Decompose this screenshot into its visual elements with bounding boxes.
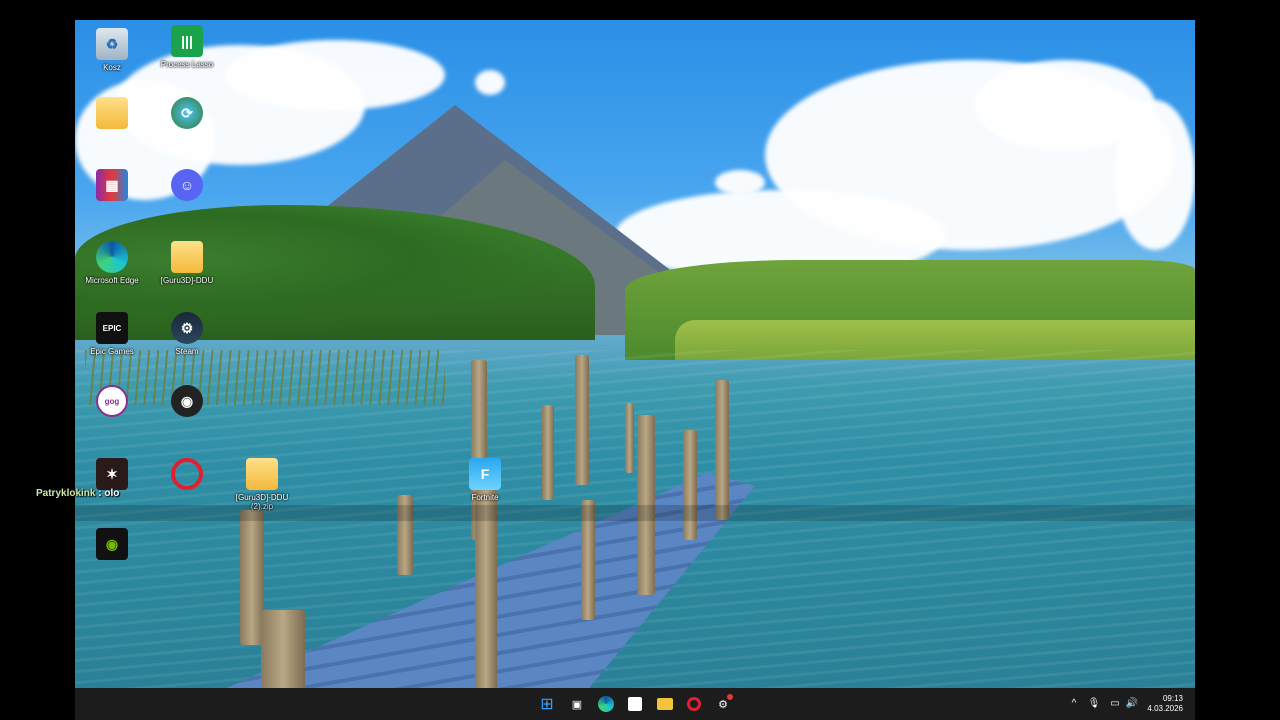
app-taskbar-button[interactable]: ⚙ <box>713 694 733 714</box>
start-button[interactable]: ⊞ <box>537 694 557 714</box>
steam-icon: ⚙ <box>171 312 203 344</box>
clock-time: 09:13 <box>1162 694 1183 703</box>
cloud <box>1115 100 1195 250</box>
gog-shortcut[interactable]: gog <box>75 385 149 420</box>
cloud <box>475 70 505 95</box>
epic-games-icon: EPIC <box>96 312 128 344</box>
globe-icon: ⟳ <box>171 97 203 129</box>
trash-icon: ♻ <box>96 28 128 60</box>
chat-text: olo <box>104 488 120 499</box>
pier-post <box>261 610 305 700</box>
fortnite-shortcut[interactable]: F Fortnite <box>448 458 522 502</box>
chat-message: Patryklokink : olo <box>36 488 119 499</box>
opera-taskbar-button[interactable] <box>684 694 704 714</box>
store-taskbar-button[interactable] <box>625 694 645 714</box>
edge-icon <box>598 696 614 712</box>
nvidia-icon: ◉ <box>96 528 128 560</box>
notification-dot-icon <box>727 694 733 700</box>
folder-shortcut[interactable] <box>75 97 149 132</box>
folder-icon <box>657 698 673 710</box>
app-shortcut[interactable]: ⟳ <box>150 97 224 132</box>
chat-username: Patryklokink <box>36 488 96 499</box>
edge-shortcut[interactable]: Microsoft Edge <box>75 241 149 285</box>
steam-shortcut[interactable]: ⚙ Steam <box>150 312 224 356</box>
discord-icon: ☺ <box>171 169 203 201</box>
nvidia-shortcut[interactable]: ◉ <box>75 528 149 563</box>
folder-icon <box>171 241 203 273</box>
opera-shortcut[interactable] <box>150 458 224 493</box>
desktop: ♻ Kosz ||| Process Lasso ⟳ ▦ ☺ Microsoft… <box>75 20 1195 720</box>
folder-icon <box>96 97 128 129</box>
epic-games-shortcut[interactable]: EPIC Epic Games <box>75 312 149 356</box>
pier-post <box>542 405 554 500</box>
clock[interactable]: 09:13 4.03.2026 <box>1147 694 1183 714</box>
fortnite-icon: F <box>469 458 501 490</box>
gear-icon: ⚙ <box>718 698 728 711</box>
taskbar: ⊞ ▣ ⚙ ^ 🎙 ▭ 🔊 09:13 4.03.2026 <box>75 688 1195 720</box>
opera-icon <box>687 697 701 711</box>
pier-post <box>475 490 497 700</box>
obs-shortcut[interactable]: ◉ <box>150 385 224 420</box>
network-icon[interactable]: ▭ <box>1108 697 1122 711</box>
clock-date: 4.03.2026 <box>1147 704 1183 713</box>
pier-post <box>625 403 634 473</box>
gog-icon: gog <box>96 385 128 417</box>
task-view-button[interactable]: ▣ <box>567 694 587 714</box>
discord-shortcut[interactable]: ☺ <box>150 169 224 204</box>
cloud <box>225 40 445 110</box>
edge-icon <box>96 241 128 273</box>
opera-icon <box>171 458 203 490</box>
edge-taskbar-button[interactable] <box>596 694 616 714</box>
winrar-icon: ▦ <box>96 169 128 201</box>
process-lasso-shortcut[interactable]: ||| Process Lasso <box>150 25 224 69</box>
ddu-zip-shortcut[interactable]: [Guru3D]-DDU (2).zip <box>225 458 299 511</box>
chat-overlay-bar <box>75 505 1195 521</box>
task-view-icon: ▣ <box>571 698 583 711</box>
pier-post <box>683 430 697 540</box>
store-icon <box>628 697 642 711</box>
volume-icon[interactable]: 🔊 <box>1125 697 1139 711</box>
winrar-shortcut[interactable]: ▦ <box>75 169 149 204</box>
pier-post <box>575 355 589 485</box>
microphone-icon[interactable]: 🎙 <box>1087 697 1101 711</box>
folder-zip-icon <box>246 458 278 490</box>
pier-post <box>715 380 729 520</box>
witcher-icon: ✶ <box>96 458 128 490</box>
process-lasso-icon: ||| <box>171 25 203 57</box>
chevron-up-icon[interactable]: ^ <box>1067 697 1081 711</box>
file-explorer-taskbar-button[interactable] <box>655 694 675 714</box>
recycle-bin-icon[interactable]: ♻ Kosz <box>75 28 149 72</box>
obs-icon: ◉ <box>171 385 203 417</box>
ddu-folder-shortcut[interactable]: [Guru3D]-DDU <box>150 241 224 285</box>
